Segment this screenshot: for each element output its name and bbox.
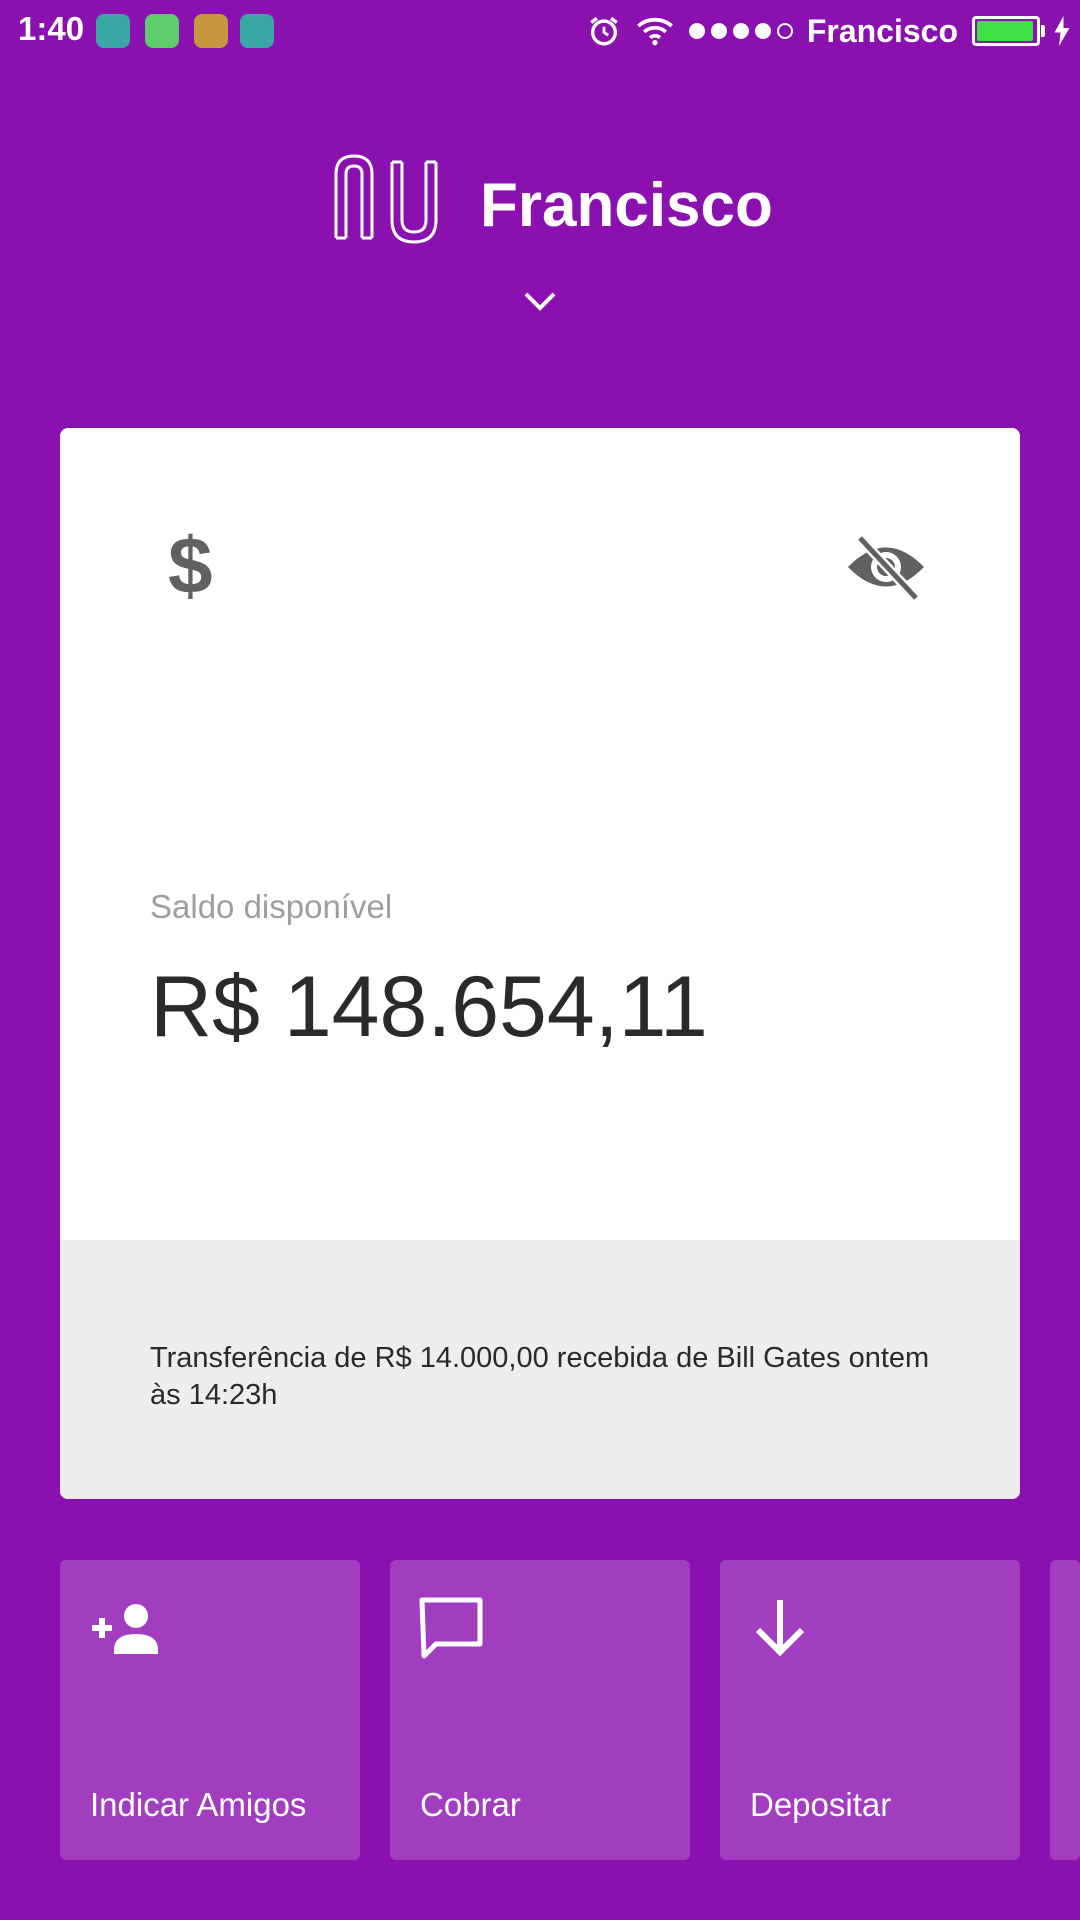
action-label: Indicar Amigos bbox=[90, 1786, 307, 1823]
balance-label: Saldo disponível bbox=[150, 888, 393, 925]
dollar-icon: $ bbox=[168, 521, 213, 610]
balance-card[interactable]: $ Saldo disponível R$ 148.654,11 Transfe… bbox=[60, 428, 1020, 1499]
action-tile-depositar[interactable]: Depositar bbox=[720, 1560, 1020, 1860]
action-label: Cobrar bbox=[420, 1786, 521, 1823]
notification-app-icon bbox=[96, 14, 130, 48]
actions-row: Indicar Amigos Cobrar Depositar bbox=[0, 1560, 1080, 1860]
latest-transaction[interactable]: Transferência de R$ 14.000,00 recebida d… bbox=[60, 1240, 1020, 1499]
latest-transaction-text: Transferência de R$ 14.000,00 recebida d… bbox=[150, 1342, 930, 1411]
signal-dot bbox=[776, 23, 793, 39]
signal-dot bbox=[754, 23, 771, 39]
add-person-icon bbox=[92, 1604, 158, 1654]
signal-dot bbox=[710, 23, 727, 39]
wifi-icon bbox=[636, 17, 673, 46]
cleaner-app-icon bbox=[194, 14, 228, 48]
chevron-down-icon[interactable] bbox=[522, 290, 558, 314]
action-tile-cobrar[interactable]: Cobrar bbox=[390, 1560, 690, 1860]
arrow-down-icon bbox=[755, 1600, 805, 1657]
account-owner-name: Francisco bbox=[480, 171, 773, 240]
signal-strength bbox=[688, 23, 793, 39]
battery-app-icon bbox=[145, 14, 179, 48]
account-header[interactable]: Francisco bbox=[0, 140, 1080, 270]
message-icon bbox=[419, 1597, 483, 1659]
signal-dot bbox=[732, 23, 749, 39]
action-tile-indicar-amigos[interactable]: Indicar Amigos bbox=[60, 1560, 360, 1860]
charging-icon bbox=[1054, 16, 1070, 46]
nu-logo-icon bbox=[334, 154, 438, 244]
battery-icon bbox=[972, 16, 1045, 46]
balance-amount: R$ 148.654,11 bbox=[150, 959, 708, 1055]
signal-dot bbox=[688, 23, 705, 39]
status-time: 1:40 bbox=[18, 10, 85, 47]
action-label: Depositar bbox=[750, 1786, 892, 1823]
alarm-icon bbox=[590, 16, 618, 46]
notification-app-icon bbox=[240, 14, 274, 48]
status-bar: 1:40 Francisco bbox=[0, 0, 1080, 60]
carrier-name: Francisco bbox=[806, 12, 958, 49]
action-tile-next[interactable] bbox=[1050, 1560, 1080, 1860]
hide-balance-icon[interactable] bbox=[846, 532, 926, 602]
